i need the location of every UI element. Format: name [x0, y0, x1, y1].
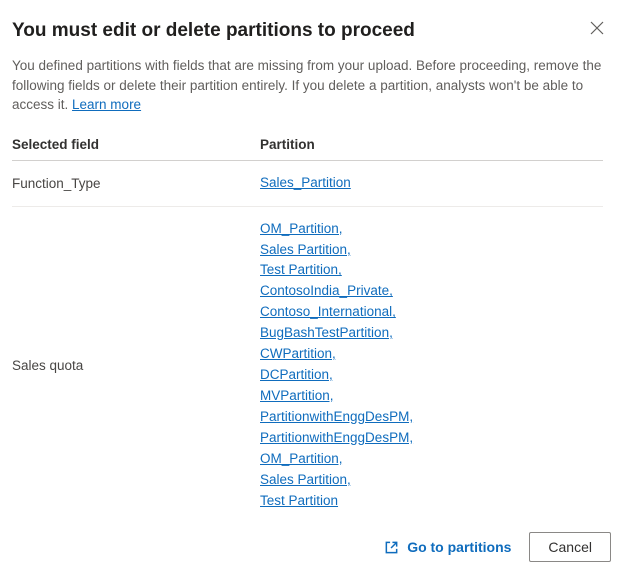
partition-link[interactable]: BugBashTestPartition, — [260, 323, 393, 344]
close-button[interactable] — [585, 16, 609, 40]
partition-link[interactable]: Sales Partition, — [260, 240, 351, 261]
partition-link[interactable]: Test Partition, — [260, 260, 342, 281]
close-icon — [590, 21, 604, 35]
partition-link[interactable]: Sales_Partition — [260, 173, 351, 194]
partition-link[interactable]: OM_Partition, — [260, 449, 343, 470]
partition-list: OM_Partition,Sales Partition,Test Partit… — [260, 219, 603, 512]
dialog-footer: Go to partitions Cancel — [12, 520, 611, 562]
partition-table: Selected field Partition Function_TypeSa… — [12, 131, 603, 520]
table-row: Function_TypeSales_Partition — [12, 160, 603, 206]
open-in-new-icon — [384, 540, 399, 555]
partition-link[interactable]: CWPartition, — [260, 344, 336, 365]
selected-field-cell: Sales quota — [12, 206, 260, 520]
partition-link[interactable]: MVPartition, — [260, 386, 334, 407]
cancel-button[interactable]: Cancel — [529, 532, 611, 562]
column-header-field: Selected field — [12, 131, 260, 161]
selected-field-cell: Function_Type — [12, 160, 260, 206]
scroll-region[interactable]: Selected field Partition Function_TypeSa… — [12, 131, 611, 520]
go-to-partitions-label: Go to partitions — [407, 539, 511, 555]
partition-link[interactable]: Sales Partition, — [260, 470, 351, 491]
partition-cell: Sales_Partition — [260, 160, 603, 206]
partition-link[interactable]: OM_Partition, — [260, 219, 343, 240]
go-to-partitions-button[interactable]: Go to partitions — [384, 539, 511, 555]
table-row: Sales quotaOM_Partition,Sales Partition,… — [12, 206, 603, 520]
table-container: Selected field Partition Function_TypeSa… — [12, 131, 611, 520]
partition-link[interactable]: Contoso_International, — [260, 302, 396, 323]
partition-cell: OM_Partition,Sales Partition,Test Partit… — [260, 206, 603, 520]
learn-more-link[interactable]: Learn more — [72, 97, 141, 112]
dialog: You must edit or delete partitions to pr… — [0, 0, 623, 576]
dialog-title: You must edit or delete partitions to pr… — [12, 20, 611, 42]
partition-link[interactable]: PartitionwithEnggDesPM, — [260, 407, 413, 428]
dialog-description: You defined partitions with fields that … — [12, 56, 611, 115]
partition-link[interactable]: DCPartition, — [260, 365, 333, 386]
partition-link[interactable]: ContosoIndia_Private, — [260, 281, 393, 302]
partition-link[interactable]: PartitionwithEnggDesPM, — [260, 428, 413, 449]
partition-list: Sales_Partition — [260, 173, 603, 194]
partition-link[interactable]: Test Partition — [260, 491, 338, 512]
column-header-partition: Partition — [260, 131, 603, 161]
